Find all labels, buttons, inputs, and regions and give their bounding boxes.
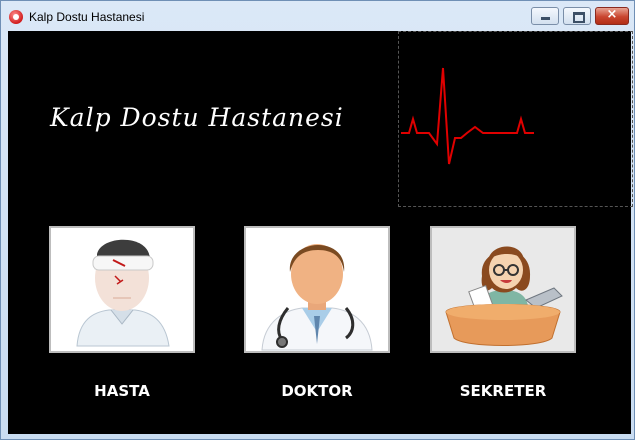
maximize-button[interactable] xyxy=(563,7,591,25)
close-icon: × xyxy=(606,7,618,22)
minimize-icon xyxy=(541,17,550,20)
heartbeat-icon xyxy=(401,67,534,165)
title-bar[interactable]: Kalp Dostu Hastanesi × xyxy=(1,1,634,31)
ecg-panel xyxy=(398,31,633,207)
patient-icon xyxy=(76,239,170,347)
secretary-icon xyxy=(445,246,563,346)
close-button[interactable]: × xyxy=(595,7,629,25)
window-title: Kalp Dostu Hastanesi xyxy=(29,10,145,24)
secretary-card[interactable] xyxy=(430,226,576,353)
app-icon xyxy=(9,10,23,24)
role-label-doktor[interactable]: DOKTOR xyxy=(244,382,390,400)
main-panel: Kalp Dostu Hastanesi HASTA DOKTOR SEKRET… xyxy=(8,31,633,434)
role-label-sekreter[interactable]: SEKRETER xyxy=(430,382,576,400)
maximize-icon xyxy=(573,12,585,23)
app-window: Kalp Dostu Hastanesi × Kalp Dostu Hastan… xyxy=(0,0,635,440)
role-label-hasta[interactable]: HASTA xyxy=(49,382,195,400)
hospital-name-heading: Kalp Dostu Hastanesi xyxy=(50,103,344,132)
patient-card[interactable] xyxy=(49,226,195,353)
doctor-card[interactable] xyxy=(244,226,390,353)
minimize-button[interactable] xyxy=(531,7,559,25)
doctor-icon xyxy=(261,244,373,351)
